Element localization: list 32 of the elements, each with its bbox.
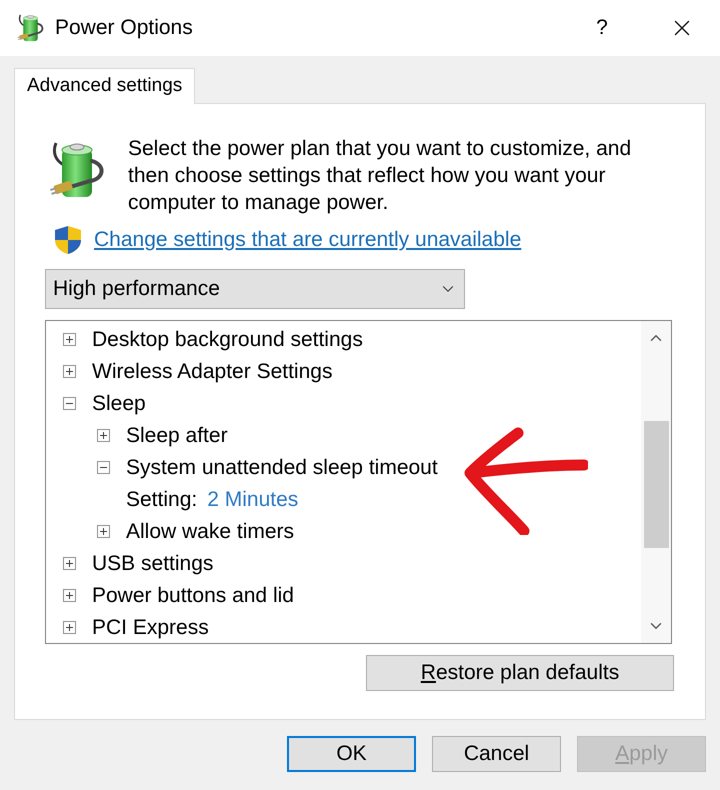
restore-defaults-button[interactable]: Restore plan defaults xyxy=(366,655,674,691)
dialog-button[interactable]: Cancel xyxy=(432,736,561,772)
app-icon xyxy=(17,13,45,43)
plus-box-icon[interactable] xyxy=(63,588,76,602)
tree-item[interactable]: Sleep after xyxy=(126,422,228,448)
tree-item[interactable]: Desktop background settings xyxy=(92,326,363,352)
plus-box-icon[interactable] xyxy=(63,620,76,634)
plus-box-icon[interactable] xyxy=(97,524,110,538)
tree-item[interactable]: PCI Express xyxy=(92,614,209,640)
minus-box-icon[interactable] xyxy=(63,396,76,410)
scrollbar-thumb[interactable] xyxy=(644,421,668,548)
minus-box-icon[interactable] xyxy=(97,460,110,474)
tree-item[interactable]: USB settings xyxy=(92,550,214,576)
tree-item[interactable]: System unattended sleep timeout xyxy=(126,454,438,480)
plus-box-icon[interactable] xyxy=(63,364,76,378)
tree-item[interactable]: Allow wake timers xyxy=(126,518,294,544)
plus-box-icon[interactable] xyxy=(97,428,110,442)
plan-dropdown[interactable]: High performance xyxy=(45,269,465,309)
plus-box-icon[interactable] xyxy=(63,556,76,570)
tab[interactable]: Advanced settings xyxy=(14,68,196,104)
tree-item[interactable]: Sleep xyxy=(92,390,146,416)
setting-label: Setting: xyxy=(126,486,198,512)
window-title: Power Options xyxy=(55,15,193,42)
dialog-button[interactable]: OK xyxy=(287,736,416,772)
change-settings-link[interactable]: Change settings that are currently unavailable xyxy=(94,227,522,253)
description-text: Select the power plan that you want to customize, and then choose settings that reflect how you want your computer to manage power. xyxy=(128,136,632,216)
help-button[interactable]: ? xyxy=(582,8,622,48)
plus-box-icon[interactable] xyxy=(63,332,76,346)
shield-icon xyxy=(55,226,81,254)
setting-value[interactable]: 2 Minutes xyxy=(207,486,298,512)
tree-item[interactable]: Power buttons and lid xyxy=(92,582,294,608)
tree-item[interactable]: Wireless Adapter Settings xyxy=(92,358,332,384)
